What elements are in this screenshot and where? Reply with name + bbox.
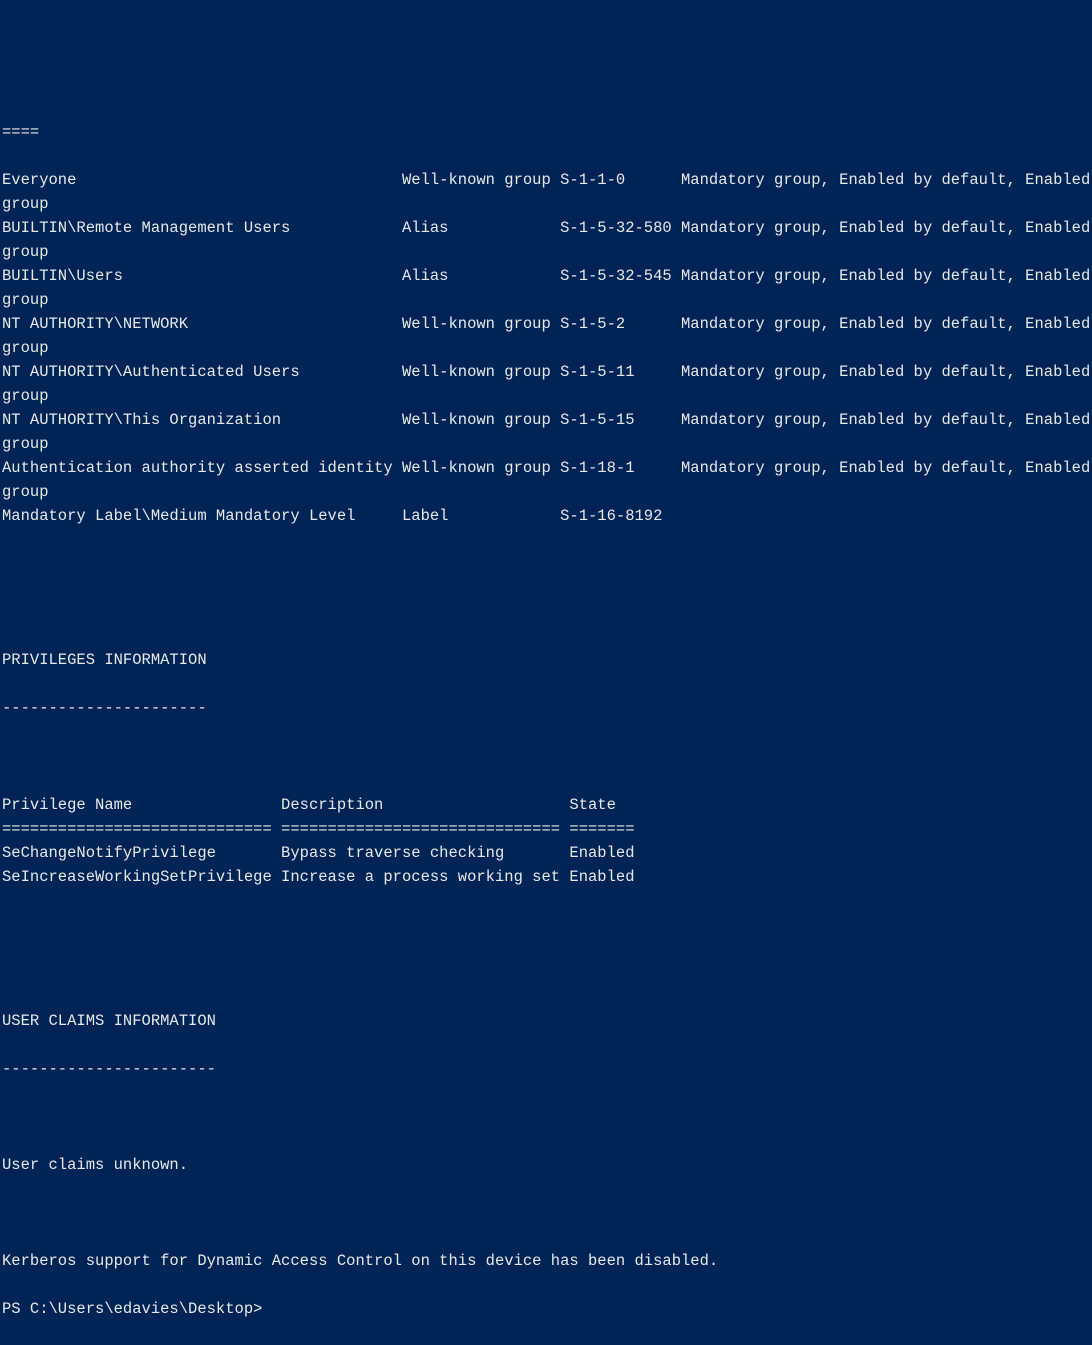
groups-row-line: Mandatory Label\Medium Mandatory Level L…	[2, 504, 1090, 528]
groups-row-line: group	[2, 432, 1090, 456]
groups-row-line: Authentication authority asserted identi…	[2, 456, 1090, 480]
priv-header: Privilege Name Description State	[2, 793, 1090, 817]
groups-row-line: group	[2, 336, 1090, 360]
groups-row-line: group	[2, 192, 1090, 216]
groups-row-line: BUILTIN\Remote Management Users Alias S-…	[2, 216, 1090, 240]
header-sep: ====	[2, 120, 1090, 144]
blank-line	[2, 1105, 1090, 1129]
powershell-terminal[interactable]: ==== Everyone Well-known group S-1-1-0 M…	[2, 96, 1090, 947]
groups-row-line: NT AUTHORITY\This Organization Well-know…	[2, 408, 1090, 432]
groups-row-line: BUILTIN\Users Alias S-1-5-32-545 Mandato…	[2, 264, 1090, 288]
user-claims-unknown: User claims unknown.	[2, 1153, 1090, 1177]
kerberos-line: Kerberos support for Dynamic Access Cont…	[2, 1249, 1090, 1273]
priv-row: SeIncreaseWorkingSetPrivilege Increase a…	[2, 865, 1090, 889]
prompt-text: PS C:\Users\edavies\Desktop>	[2, 1300, 262, 1318]
groups-row-line: group	[2, 480, 1090, 504]
groups-row-line: group	[2, 384, 1090, 408]
blank-line	[2, 1201, 1090, 1225]
user-claims-title: USER CLAIMS INFORMATION	[2, 1009, 1090, 1033]
blank-line	[2, 961, 1090, 985]
blank-line	[2, 552, 1090, 576]
blank-line	[2, 744, 1090, 768]
priv-row: SeChangeNotifyPrivilege Bypass traverse …	[2, 841, 1090, 865]
user-claims-sep: -----------------------	[2, 1057, 1090, 1081]
privileges-title: PRIVILEGES INFORMATION	[2, 648, 1090, 672]
blank-line	[2, 913, 1090, 937]
groups-table: Everyone Well-known group S-1-1-0 Mandat…	[2, 168, 1090, 528]
groups-row-line: Everyone Well-known group S-1-1-0 Mandat…	[2, 168, 1090, 192]
privileges-table: Privilege Name Description State========…	[2, 793, 1090, 889]
groups-row-line: NT AUTHORITY\NETWORK Well-known group S-…	[2, 312, 1090, 336]
blank-line	[2, 600, 1090, 624]
groups-row-line: group	[2, 240, 1090, 264]
ps-prompt[interactable]: PS C:\Users\edavies\Desktop>	[2, 1297, 1090, 1321]
privileges-title-sep: ----------------------	[2, 696, 1090, 720]
priv-header-sep: ============================= ==========…	[2, 817, 1090, 841]
groups-row-line: group	[2, 288, 1090, 312]
groups-row-line: NT AUTHORITY\Authenticated Users Well-kn…	[2, 360, 1090, 384]
